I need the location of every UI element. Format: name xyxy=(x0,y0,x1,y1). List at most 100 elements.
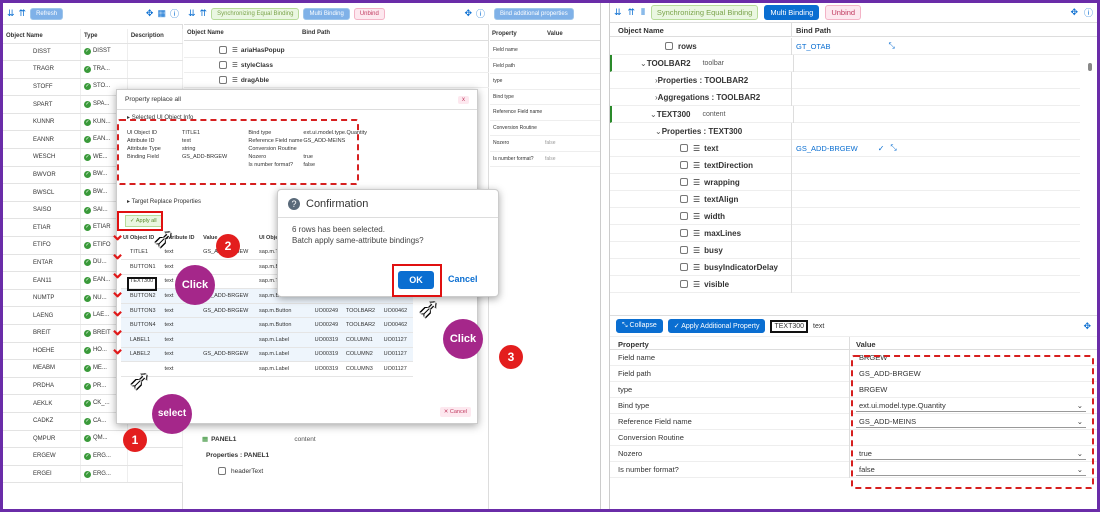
checkbox[interactable] xyxy=(219,46,227,54)
checkbox[interactable] xyxy=(680,195,688,203)
tree-node[interactable]: ☰ width xyxy=(610,207,1080,225)
tree-node[interactable]: ☰ styleClass xyxy=(184,58,489,73)
checkbox[interactable] xyxy=(680,263,688,271)
tree-node[interactable]: ☰ busyIndicatorDelay xyxy=(610,258,1080,276)
confirm-cancel-button[interactable]: Cancel xyxy=(448,274,478,284)
tree-node[interactable]: rows GT_OTAB ⤡ xyxy=(610,37,1080,55)
table-row[interactable]: TRAGR ✓ TRA... xyxy=(3,60,184,79)
multi-binding-button[interactable]: Multi Binding xyxy=(764,5,820,20)
checkbox[interactable] xyxy=(680,229,688,237)
table-row[interactable]: DISST ✓ DISST xyxy=(3,43,184,62)
apply-additional-button[interactable]: ✓ Apply Additional Property xyxy=(667,319,766,333)
collapse-all-icon[interactable]: ⇊ xyxy=(7,8,15,19)
unbind-button[interactable]: Unbind xyxy=(825,5,862,20)
drag-icon[interactable]: ✥ xyxy=(1083,321,1091,332)
tree-node[interactable]: ▦ PANEL1 content xyxy=(184,431,489,447)
cell: COLUMN2 xyxy=(345,351,373,358)
table-row[interactable]: LABEL2 text GS_ADD-BRGEW sap.m.Label UO00319… xyxy=(121,347,413,362)
tree-node[interactable]: ☰ text GS_ADD-BRGEW ✓ ⤡ xyxy=(610,139,1080,157)
grid-icon[interactable]: ▦ xyxy=(157,8,166,19)
tree-node[interactable]: headerText xyxy=(184,463,489,479)
tree-node[interactable]: ☰ textDirection xyxy=(610,156,1080,174)
col-bind-path: Bind Path xyxy=(302,30,330,36)
collapse-all-icon[interactable]: ⇊ xyxy=(614,7,622,18)
tree-node[interactable]: ☰ maxLines xyxy=(610,224,1080,242)
chevron-icon[interactable]: ⌄ xyxy=(640,59,647,68)
right-toolbar: ⇊ ⇈ ⫴ Synchronizing Equal Binding Multi … xyxy=(610,3,1097,23)
checkbox[interactable] xyxy=(219,61,227,69)
checkbox[interactable] xyxy=(219,76,227,84)
chevron-icon[interactable]: ⌄ xyxy=(655,127,662,136)
table-row[interactable]: text sap.m.Label UO00319 COLUMN3 UO01127 xyxy=(121,362,413,377)
tree-node[interactable]: ☰ ariaHasPopup xyxy=(184,43,489,58)
property-name: type xyxy=(493,78,503,85)
expand-icon[interactable]: ⇈ xyxy=(200,8,208,19)
expand-icon[interactable]: ⇈ xyxy=(19,8,27,19)
checkbox[interactable] xyxy=(680,280,688,288)
sync-binding-button[interactable]: Synchronizing Equal Binding xyxy=(211,7,300,20)
checkbox[interactable] xyxy=(680,212,688,220)
question-icon: ? xyxy=(288,197,300,210)
value-highlight xyxy=(851,355,1094,489)
checkbox[interactable] xyxy=(680,246,688,254)
tree-node[interactable]: ⌄ Properties : TEXT300 xyxy=(610,122,1080,140)
split-icon[interactable]: ⫴ xyxy=(641,7,645,18)
help-icon[interactable]: ⓘ xyxy=(476,7,485,20)
collapse-all-icon[interactable]: ⇊ xyxy=(188,8,196,19)
object-desc xyxy=(127,465,184,484)
link-icon[interactable]: ⤡ xyxy=(890,143,896,153)
table-row[interactable]: ERGEW ✓ ERG... xyxy=(3,447,184,466)
cancel-button[interactable]: ✕ Cancel xyxy=(439,407,471,417)
property-name: Conversion Routine xyxy=(493,124,537,131)
property-value[interactable]: false xyxy=(545,140,556,146)
scrollbar[interactable] xyxy=(1088,63,1092,71)
drag-icon[interactable]: ✥ xyxy=(146,8,154,19)
checkbox[interactable] xyxy=(218,467,226,475)
tree-node[interactable]: ☰ busy xyxy=(610,241,1080,259)
table-row[interactable]: BUTTON4 text sap.m.Button UO00249 TOOLBAR2 UO… xyxy=(121,317,413,333)
tree-node[interactable]: ☰ dragAble xyxy=(184,73,489,88)
table-row[interactable]: LABEL1 text sap.m.Label UO00319 COLUMN1 UO011… xyxy=(121,332,413,348)
additional-toolbar: Bind additional properties xyxy=(490,3,600,25)
check-icon: ✓ xyxy=(83,206,91,214)
tree-node[interactable]: › Properties : TOOLBAR2 xyxy=(610,71,1080,89)
chevron-icon[interactable]: ⌄ xyxy=(650,110,657,119)
close-icon[interactable]: x xyxy=(458,95,469,104)
object-name: ETIAR xyxy=(3,218,81,238)
help-icon[interactable]: ⓘ xyxy=(1084,6,1093,19)
object-name: QMPUR xyxy=(3,430,81,449)
property-row: Field name xyxy=(490,43,600,59)
refresh-button[interactable]: Refresh xyxy=(30,7,64,20)
section-target[interactable]: ▸ Target Replace Properties xyxy=(127,198,201,205)
tree-label: visible xyxy=(704,279,730,289)
sync-binding-button[interactable]: Synchronizing Equal Binding xyxy=(650,5,759,20)
link-icon[interactable]: ⤡ xyxy=(888,41,894,51)
table-row[interactable]: ERGEI ✓ ERG... xyxy=(3,465,184,484)
table-row[interactable]: QMPUR ✓ QM... xyxy=(3,430,184,449)
drag-icon[interactable]: ✥ xyxy=(464,8,472,19)
tree-node[interactable]: ☰ wrapping xyxy=(610,173,1080,191)
tree-node[interactable]: › Aggregations : TOOLBAR2 xyxy=(610,88,1080,106)
object-type: ✓ QM... xyxy=(80,430,128,449)
property-value[interactable]: false xyxy=(545,156,556,162)
table-row[interactable]: BUTTON3 text GS_ADD-BRGEW sap.m.Button UO002… xyxy=(121,303,413,318)
checkbox[interactable] xyxy=(680,161,688,169)
type-text: NU... xyxy=(92,294,107,301)
unbind-button[interactable]: Unbind xyxy=(353,7,385,20)
tree-node[interactable]: Properties : PANEL1 xyxy=(184,447,489,463)
checkbox[interactable] xyxy=(665,42,673,50)
info-icon[interactable]: ⓘ xyxy=(170,7,179,20)
property-row: Is number format? false xyxy=(490,152,600,167)
multi-binding-button[interactable]: Multi Binding xyxy=(303,7,350,20)
bind-additional-button[interactable]: Bind additional properties xyxy=(494,7,574,20)
tree-node[interactable]: ⌄ TEXT300 content xyxy=(610,105,1080,123)
tree-node[interactable]: ☰ textAlign xyxy=(610,190,1080,208)
collapse-button[interactable]: ⤡ Collapse xyxy=(616,319,663,333)
drag-icon[interactable]: ✥ xyxy=(1070,7,1078,18)
checkbox[interactable] xyxy=(680,178,688,186)
tree-node[interactable]: ⌄ TOOLBAR2 toolbar xyxy=(610,54,1080,72)
tree-node[interactable]: ☰ visible xyxy=(610,275,1080,293)
check-icon: ✓ xyxy=(83,382,91,390)
expand-icon[interactable]: ⇈ xyxy=(628,7,636,18)
checkbox[interactable] xyxy=(680,144,688,152)
